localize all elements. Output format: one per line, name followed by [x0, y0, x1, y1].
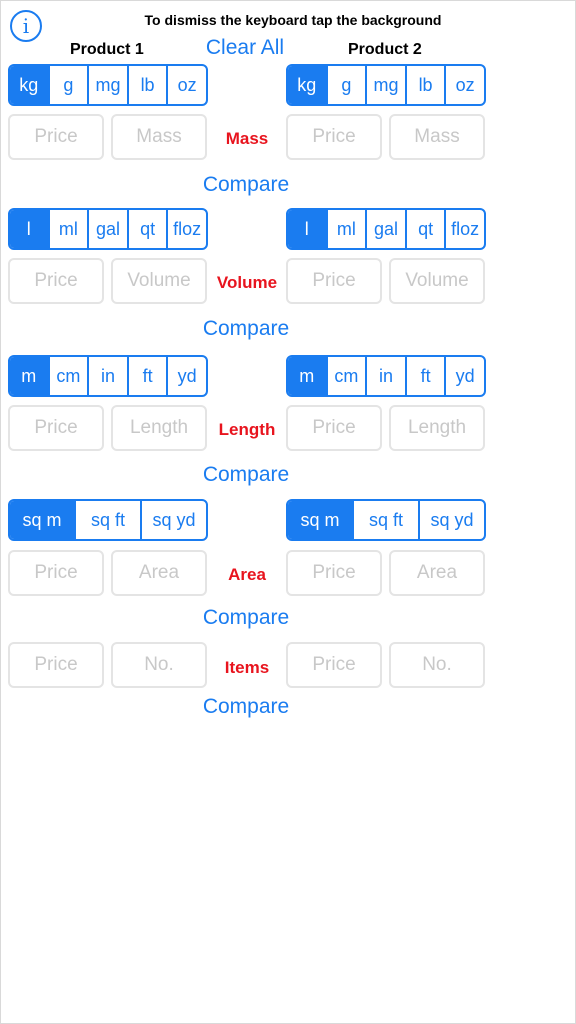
items-compare-button[interactable]: Compare [160, 695, 332, 719]
area-price-field-product1[interactable]: Price [8, 550, 104, 596]
unit-qt[interactable]: qt [126, 210, 167, 248]
unit-ml[interactable]: ml [325, 210, 366, 248]
unit-floz[interactable]: floz [166, 210, 206, 248]
product1-title: Product 1 [70, 41, 144, 58]
length-qty-field-product2[interactable]: Length [389, 405, 485, 451]
unit-sq-m[interactable]: sq m [288, 501, 352, 539]
unit-l[interactable]: l [10, 210, 48, 248]
length-price-field-product2[interactable]: Price [286, 405, 382, 451]
keyboard-hint: To dismiss the keyboard tap the backgrou… [144, 12, 442, 28]
items-qty-field-product1[interactable]: No. [111, 642, 207, 688]
area-price-field-product2[interactable]: Price [286, 550, 382, 596]
unit-mg[interactable]: mg [365, 66, 405, 104]
length-compare-button[interactable]: Compare [160, 463, 332, 487]
unit-sq-yd[interactable]: sq yd [140, 501, 206, 539]
volume-unit-selector-product2: l ml gal qt floz [286, 208, 486, 250]
unit-floz[interactable]: floz [444, 210, 484, 248]
unit-mg[interactable]: mg [87, 66, 127, 104]
mass-unit-selector-product2: kg g mg lb oz [286, 64, 486, 106]
length-unit-selector-product1: m cm in ft yd [8, 355, 208, 397]
unit-ft[interactable]: ft [126, 357, 167, 395]
volume-qty-field-product1[interactable]: Volume [111, 258, 207, 304]
unit-qt[interactable]: qt [404, 210, 445, 248]
unit-in[interactable]: in [87, 357, 127, 395]
unit-in[interactable]: in [365, 357, 405, 395]
volume-unit-selector-product1: l ml gal qt floz [8, 208, 208, 250]
length-category-label: Length [218, 420, 276, 439]
mass-category-label: Mass [225, 129, 269, 148]
unit-yd[interactable]: yd [166, 357, 206, 395]
mass-price-field-product2[interactable]: Price [286, 114, 382, 160]
unit-sq-ft[interactable]: sq ft [352, 501, 418, 539]
unit-m[interactable]: m [10, 357, 48, 395]
product2-title: Product 2 [348, 41, 422, 58]
length-unit-selector-product2: m cm in ft yd [286, 355, 486, 397]
unit-l[interactable]: l [288, 210, 326, 248]
length-qty-field-product1[interactable]: Length [111, 405, 207, 451]
unit-sq-ft[interactable]: sq ft [74, 501, 140, 539]
unit-sq-yd[interactable]: sq yd [418, 501, 484, 539]
volume-price-field-product2[interactable]: Price [286, 258, 382, 304]
unit-lb[interactable]: lb [126, 66, 167, 104]
area-compare-button[interactable]: Compare [160, 606, 332, 630]
items-qty-field-product2[interactable]: No. [389, 642, 485, 688]
area-qty-field-product1[interactable]: Area [111, 550, 207, 596]
unit-gal[interactable]: gal [365, 210, 405, 248]
unit-ft[interactable]: ft [404, 357, 445, 395]
unit-gal[interactable]: gal [87, 210, 127, 248]
unit-kg[interactable]: kg [10, 66, 48, 104]
unit-kg[interactable]: kg [288, 66, 326, 104]
items-price-field-product2[interactable]: Price [286, 642, 382, 688]
unit-cm[interactable]: cm [47, 357, 88, 395]
volume-qty-field-product2[interactable]: Volume [389, 258, 485, 304]
unit-ml[interactable]: ml [47, 210, 88, 248]
area-unit-selector-product1: sq m sq ft sq yd [8, 499, 208, 541]
mass-unit-selector-product1: kg g mg lb oz [8, 64, 208, 106]
unit-m[interactable]: m [288, 357, 326, 395]
area-category-label: Area [228, 565, 266, 584]
length-price-field-product1[interactable]: Price [8, 405, 104, 451]
items-price-field-product1[interactable]: Price [8, 642, 104, 688]
mass-qty-field-product1[interactable]: Mass [111, 114, 207, 160]
volume-compare-button[interactable]: Compare [160, 317, 332, 341]
mass-qty-field-product2[interactable]: Mass [389, 114, 485, 160]
mass-compare-button[interactable]: Compare [160, 173, 332, 197]
unit-g[interactable]: g [47, 66, 88, 104]
clear-all-button[interactable]: Clear All [190, 36, 300, 60]
area-qty-field-product2[interactable]: Area [389, 550, 485, 596]
volume-category-label: Volume [216, 273, 278, 292]
unit-oz[interactable]: oz [166, 66, 206, 104]
mass-price-field-product1[interactable]: Price [8, 114, 104, 160]
unit-yd[interactable]: yd [444, 357, 484, 395]
volume-price-field-product1[interactable]: Price [8, 258, 104, 304]
unit-oz[interactable]: oz [444, 66, 484, 104]
area-unit-selector-product2: sq m sq ft sq yd [286, 499, 486, 541]
unit-g[interactable]: g [325, 66, 366, 104]
unit-sq-m[interactable]: sq m [10, 501, 74, 539]
unit-cm[interactable]: cm [325, 357, 366, 395]
items-category-label: Items [224, 658, 270, 677]
unit-lb[interactable]: lb [404, 66, 445, 104]
